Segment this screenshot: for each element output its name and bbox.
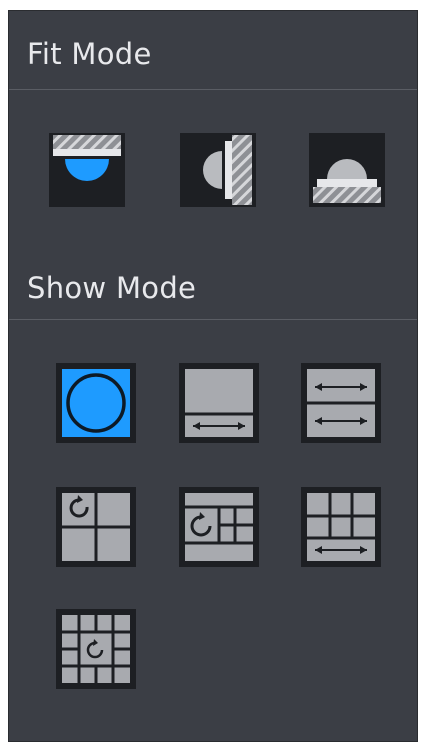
wall-mount-icon [180,133,256,207]
fit-mode-ground-button[interactable] [309,133,385,207]
fisheye-plus-4-icon [179,487,259,567]
ceiling-mount-icon [49,133,125,207]
show-mode-title: Show Mode [27,271,197,305]
fit-mode-ceiling-button[interactable] [49,133,125,207]
ground-mount-icon [309,133,385,207]
fisheye-circle-icon [56,363,136,443]
fit-mode-wall-button[interactable] [180,133,256,207]
fisheye-plus-8-icon [56,609,136,689]
single-panorama-icon [179,363,259,443]
fisheye-plus-3-icon [56,487,136,567]
show-mode-panorama-1-button[interactable] [179,363,259,443]
panorama-plus-6-icon [301,487,381,567]
show-mode-circle-8-split-button[interactable] [56,609,136,689]
show-mode-panorama-2-button[interactable] [301,363,381,443]
show-mode-divider [9,319,417,320]
show-mode-circle-3-split-button[interactable] [56,487,136,567]
show-mode-original-circle-button[interactable] [56,363,136,443]
show-mode-circle-4-split-button[interactable] [179,487,259,567]
fit-mode-divider [9,89,417,90]
dual-panorama-icon [301,363,381,443]
fisheye-settings-panel: Fit Mode Show Mode [8,10,418,742]
fit-mode-title: Fit Mode [27,37,152,71]
show-mode-panorama-6-split-button[interactable] [301,487,381,567]
